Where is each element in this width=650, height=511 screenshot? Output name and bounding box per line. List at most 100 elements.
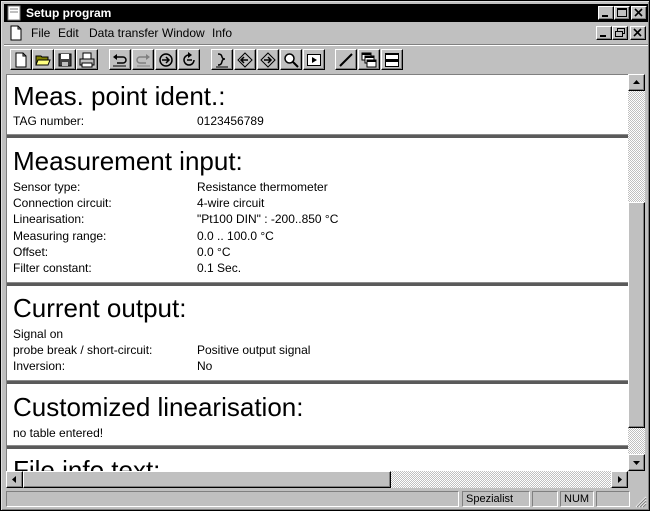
open-button[interactable] <box>32 49 54 70</box>
menu-info-label: Info <box>212 26 233 40</box>
row-label: Measuring range: <box>13 229 107 243</box>
section-title-current-output: Current output: <box>13 293 187 323</box>
menu-bar: File Edit Data transfer Window Info <box>4 23 648 43</box>
section-divider <box>7 380 629 384</box>
toolbar <box>4 44 648 73</box>
row-value: 0.0 °C <box>197 245 231 259</box>
scroll-left-button[interactable] <box>6 471 23 488</box>
doc-close-button[interactable] <box>630 26 646 40</box>
undo-button[interactable] <box>109 49 131 70</box>
transfer-to-device-icon <box>159 53 173 67</box>
main-window: Setup program File Edit Data transfer Wi… <box>0 0 650 511</box>
zoom-icon <box>284 53 299 68</box>
nav-left-button[interactable] <box>234 49 256 70</box>
row-label: Filter constant: <box>13 261 92 275</box>
edit-settings-button[interactable] <box>211 49 233 70</box>
maximize-icon <box>617 8 627 17</box>
section-title-measurement-input: Measurement input: <box>13 146 243 176</box>
nav-right-button[interactable] <box>257 49 279 70</box>
minimize-icon <box>602 15 608 17</box>
document-view[interactable]: Meas. point ident.: TAG number: 01234567… <box>6 74 629 472</box>
zoom-button[interactable] <box>280 49 302 70</box>
maximize-button[interactable] <box>614 6 630 20</box>
nav-left-icon <box>237 52 253 68</box>
menu-file-label: File <box>31 26 51 40</box>
document-icon[interactable] <box>8 25 24 41</box>
arrow-left-icon <box>12 476 16 483</box>
doc-restore-button[interactable] <box>612 26 628 40</box>
arrow-right-icon <box>618 476 622 483</box>
title-bar[interactable]: Setup program <box>4 4 648 22</box>
row-value: 0.1 Sec. <box>197 261 242 275</box>
status-bar: Spezialist NUM <box>4 490 648 509</box>
save-button[interactable] <box>54 49 76 70</box>
resize-grip-icon[interactable] <box>635 496 647 508</box>
new-button[interactable] <box>10 49 32 70</box>
menu-edit-label: Edit <box>58 26 79 40</box>
scroll-up-button[interactable] <box>628 74 645 91</box>
row-value: 4-wire circuit <box>197 196 265 210</box>
tile-windows-icon <box>385 53 399 67</box>
transfer-from-device-button[interactable] <box>178 49 200 70</box>
row-label: no table entered! <box>13 426 104 440</box>
window-title: Setup program <box>26 6 112 20</box>
edit-settings-icon <box>216 53 228 68</box>
status-panel-scroll <box>596 491 630 507</box>
menu-window[interactable]: Window <box>162 26 205 40</box>
close-button[interactable] <box>631 6 647 20</box>
vertical-scrollbar[interactable] <box>628 74 645 471</box>
section-divider <box>7 445 629 449</box>
cascade-windows-icon <box>361 52 377 68</box>
scroll-right-button[interactable] <box>611 471 628 488</box>
status-panel-message <box>6 491 459 507</box>
print-icon <box>79 52 95 68</box>
menu-info[interactable]: Info <box>212 26 232 40</box>
close-icon <box>634 8 643 17</box>
menu-file[interactable]: File <box>31 26 50 40</box>
save-disk-icon <box>58 53 72 67</box>
horizontal-scrollbar[interactable] <box>6 471 628 488</box>
play-button[interactable] <box>303 49 325 70</box>
row-value: 0123456789 <box>197 114 264 128</box>
draw-line-icon <box>339 53 353 67</box>
row-value: Resistance thermometer <box>197 180 328 194</box>
undo-icon <box>113 54 127 67</box>
row-label: Offset: <box>13 245 49 259</box>
row-label: Linearisation: <box>13 212 85 226</box>
new-file-icon <box>15 52 27 68</box>
status-panel-num: NUM <box>560 491 594 507</box>
print-button[interactable] <box>76 49 98 70</box>
cascade-windows-button[interactable] <box>358 49 380 70</box>
section-divider <box>7 282 629 286</box>
redo-button[interactable] <box>132 49 154 70</box>
row-value: Positive output signal <box>197 343 311 357</box>
scroll-down-button[interactable] <box>628 454 645 471</box>
menu-data-transfer-label: Data transfer <box>89 26 159 40</box>
row-value: "Pt100 DIN" : -200..850 °C <box>197 212 339 226</box>
tile-windows-button[interactable] <box>381 49 403 70</box>
scroll-corner <box>628 471 645 488</box>
nav-right-icon <box>260 52 276 68</box>
doc-minimize-button[interactable] <box>596 26 612 40</box>
row-label: Signal on <box>13 327 64 341</box>
minimize-button[interactable] <box>598 6 614 20</box>
status-panel-caps <box>532 491 558 507</box>
transfer-to-device-button[interactable] <box>155 49 177 70</box>
row-label: Inversion: <box>13 359 66 373</box>
horizontal-scroll-thumb[interactable] <box>23 471 391 488</box>
row-value: No <box>197 359 213 373</box>
play-icon <box>307 54 321 66</box>
arrow-down-icon <box>633 461 640 465</box>
menu-data-transfer[interactable]: Data transfer <box>89 26 158 40</box>
menu-edit[interactable]: Edit <box>58 26 79 40</box>
app-icon <box>7 5 21 21</box>
draw-line-button[interactable] <box>335 49 357 70</box>
section-title-customized-linearisation: Customized linearisation: <box>13 392 304 422</box>
arrow-up-icon <box>633 80 640 84</box>
vertical-scroll-thumb[interactable] <box>628 202 645 428</box>
section-divider <box>7 134 629 138</box>
close-icon <box>633 28 642 37</box>
section-title-meas-point: Meas. point ident.: <box>13 81 226 111</box>
transfer-from-device-icon <box>183 52 195 66</box>
minimize-icon <box>600 35 606 37</box>
